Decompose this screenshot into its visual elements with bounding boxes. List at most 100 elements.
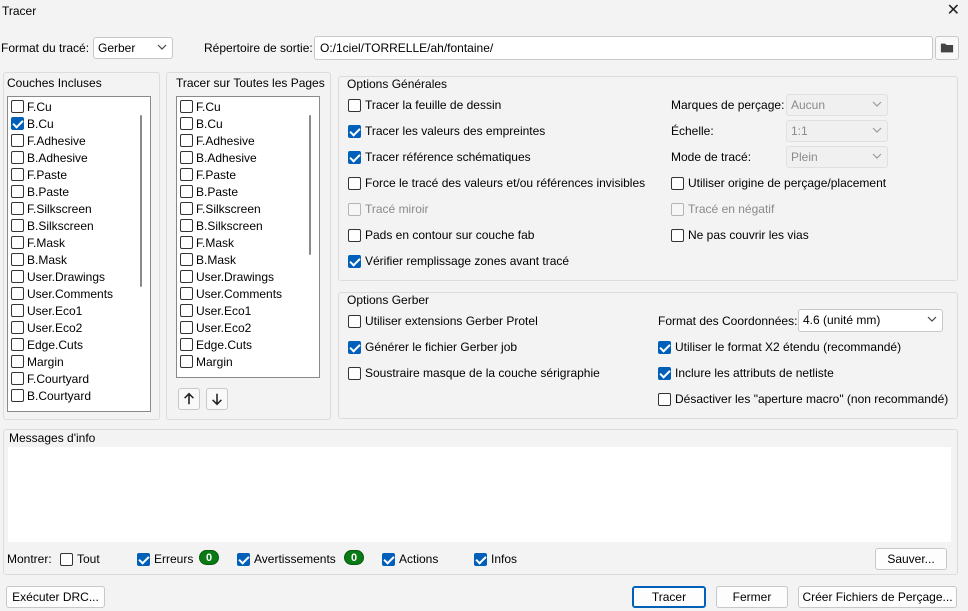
option-checkbox[interactable]: Utiliser extensions Gerber Protel — [348, 313, 538, 329]
checkbox-icon[interactable] — [180, 355, 193, 368]
option-checkbox[interactable]: Ne pas couvrir les vias — [671, 227, 809, 243]
layer-item[interactable]: User.Drawings — [11, 268, 105, 285]
move-up-button[interactable] — [178, 388, 200, 410]
checkbox-icon[interactable] — [180, 202, 193, 215]
option-checkbox[interactable]: Utiliser le format X2 étendu (recommandé… — [658, 339, 901, 355]
checkbox-icon[interactable] — [11, 253, 24, 266]
layer-item[interactable]: User.Comments — [180, 285, 282, 302]
option-checkbox[interactable]: Inclure les attributs de netliste — [658, 365, 834, 381]
checkbox-icon[interactable] — [11, 151, 24, 164]
layer-item[interactable]: B.Mask — [180, 251, 236, 268]
checkbox-icon[interactable] — [180, 321, 193, 334]
layer-item[interactable]: B.Paste — [11, 183, 69, 200]
filter-3[interactable]: Actions — [382, 551, 438, 567]
checkbox-checked-icon[interactable] — [348, 340, 361, 354]
checkbox-icon[interactable] — [11, 287, 24, 300]
checkbox-icon[interactable] — [180, 287, 193, 300]
layer-item[interactable]: F.Adhesive — [11, 132, 86, 149]
checkbox-icon[interactable] — [180, 338, 193, 351]
checkbox-checked-icon[interactable] — [348, 254, 361, 268]
drill-marks-select[interactable]: Aucun — [786, 94, 888, 116]
layer-item[interactable]: F.Paste — [11, 166, 67, 183]
layer-item[interactable]: B.Cu — [11, 115, 54, 132]
checkbox-checked-icon[interactable] — [382, 552, 395, 566]
checkbox-checked-icon[interactable] — [348, 124, 361, 138]
checkbox-checked-icon[interactable] — [11, 117, 24, 130]
messages-area[interactable] — [8, 447, 951, 542]
option-checkbox[interactable]: Pads en contour sur couche fab — [348, 227, 534, 243]
checkbox-checked-icon[interactable] — [658, 366, 671, 380]
checkbox-icon[interactable] — [180, 185, 193, 198]
checkbox-icon[interactable] — [11, 338, 24, 351]
layer-item[interactable]: User.Drawings — [180, 268, 274, 285]
layer-item[interactable]: Edge.Cuts — [11, 336, 83, 353]
checkbox-icon[interactable] — [180, 134, 193, 147]
layer-item[interactable]: User.Eco1 — [180, 302, 251, 319]
checkbox-icon[interactable] — [348, 366, 361, 380]
checkbox-checked-icon[interactable] — [348, 150, 361, 164]
layer-item[interactable]: B.Cu — [180, 115, 223, 132]
checkbox-icon[interactable] — [348, 202, 361, 216]
layer-item[interactable]: B.Silkscreen — [11, 217, 94, 234]
layer-item[interactable]: B.Adhesive — [180, 149, 257, 166]
plot-mode-select[interactable]: Plein — [786, 146, 888, 168]
checkbox-checked-icon[interactable] — [474, 552, 487, 566]
option-checkbox[interactable]: Tracé miroir — [348, 201, 429, 217]
run-drc-button[interactable]: Exécuter DRC... — [6, 586, 105, 608]
checkbox-icon[interactable] — [348, 228, 361, 242]
layers-all-pages-scrollbar[interactable] — [309, 115, 311, 255]
layer-item[interactable]: F.Mask — [11, 234, 65, 251]
checkbox-icon[interactable] — [671, 176, 684, 190]
checkbox-icon[interactable] — [11, 134, 24, 147]
layer-item[interactable]: F.Paste — [180, 166, 236, 183]
option-checkbox[interactable]: Tracer référence schématiques — [348, 149, 531, 165]
save-messages-button[interactable]: Sauver... — [875, 548, 947, 570]
checkbox-icon[interactable] — [60, 552, 73, 566]
option-checkbox[interactable]: Tracer les valeurs des empreintes — [348, 123, 545, 139]
checkbox-icon[interactable] — [11, 389, 24, 402]
checkbox-icon[interactable] — [11, 321, 24, 334]
checkbox-icon[interactable] — [11, 168, 24, 181]
layers-included-list[interactable]: F.Cu B.Cu F.Adhesive B.Adhesive F.Paste B.Pas… — [7, 96, 151, 412]
checkbox-checked-icon[interactable] — [137, 552, 150, 566]
layer-item[interactable]: User.Eco2 — [180, 319, 251, 336]
option-checkbox[interactable]: Force le tracé des valeurs et/ou référen… — [348, 175, 645, 191]
outdir-input[interactable]: O:/1ciel/TORRELLE/ah/fontaine/ — [314, 36, 933, 60]
option-checkbox[interactable]: Vérifier remplissage zones avant tracé — [348, 253, 569, 269]
close-icon[interactable]: ✕ — [947, 1, 960, 21]
filter-4[interactable]: Infos — [474, 551, 517, 567]
checkbox-icon[interactable] — [11, 270, 24, 283]
checkbox-icon[interactable] — [11, 236, 24, 249]
option-checkbox[interactable]: Tracer la feuille de dessin — [348, 97, 501, 113]
checkbox-icon[interactable] — [180, 219, 193, 232]
layer-item[interactable]: User.Comments — [11, 285, 113, 302]
option-checkbox[interactable]: Désactiver les "aperture macro" (non rec… — [658, 391, 948, 407]
layer-item[interactable]: F.Cu — [11, 98, 52, 115]
filter-2[interactable]: Avertissements — [237, 551, 336, 567]
browse-folder-button[interactable] — [935, 36, 959, 60]
layer-item[interactable]: B.Courtyard — [11, 387, 91, 404]
checkbox-icon[interactable] — [180, 270, 193, 283]
close-button[interactable]: Fermer — [716, 586, 788, 608]
layer-item[interactable]: B.Silkscreen — [180, 217, 263, 234]
checkbox-checked-icon[interactable] — [658, 340, 671, 354]
plot-button[interactable]: Tracer — [632, 586, 706, 608]
checkbox-icon[interactable] — [348, 98, 361, 112]
checkbox-icon[interactable] — [658, 392, 671, 406]
coord-format-select[interactable]: 4.6 (unité mm) — [798, 309, 943, 332]
checkbox-icon[interactable] — [180, 151, 193, 164]
checkbox-icon[interactable] — [671, 202, 684, 216]
layer-item[interactable]: B.Adhesive — [11, 149, 88, 166]
checkbox-icon[interactable] — [180, 253, 193, 266]
scale-select[interactable]: 1:1 — [786, 120, 888, 142]
layer-item[interactable]: F.Silkscreen — [11, 200, 92, 217]
layer-item[interactable]: Margin — [11, 353, 64, 370]
checkbox-icon[interactable] — [180, 168, 193, 181]
checkbox-checked-icon[interactable] — [237, 552, 250, 566]
checkbox-icon[interactable] — [180, 117, 193, 130]
checkbox-icon[interactable] — [11, 100, 24, 113]
layer-item[interactable]: B.Paste — [180, 183, 238, 200]
option-checkbox[interactable]: Générer le fichier Gerber job — [348, 339, 517, 355]
layer-item[interactable]: F.Courtyard — [11, 370, 89, 387]
checkbox-icon[interactable] — [11, 372, 24, 385]
